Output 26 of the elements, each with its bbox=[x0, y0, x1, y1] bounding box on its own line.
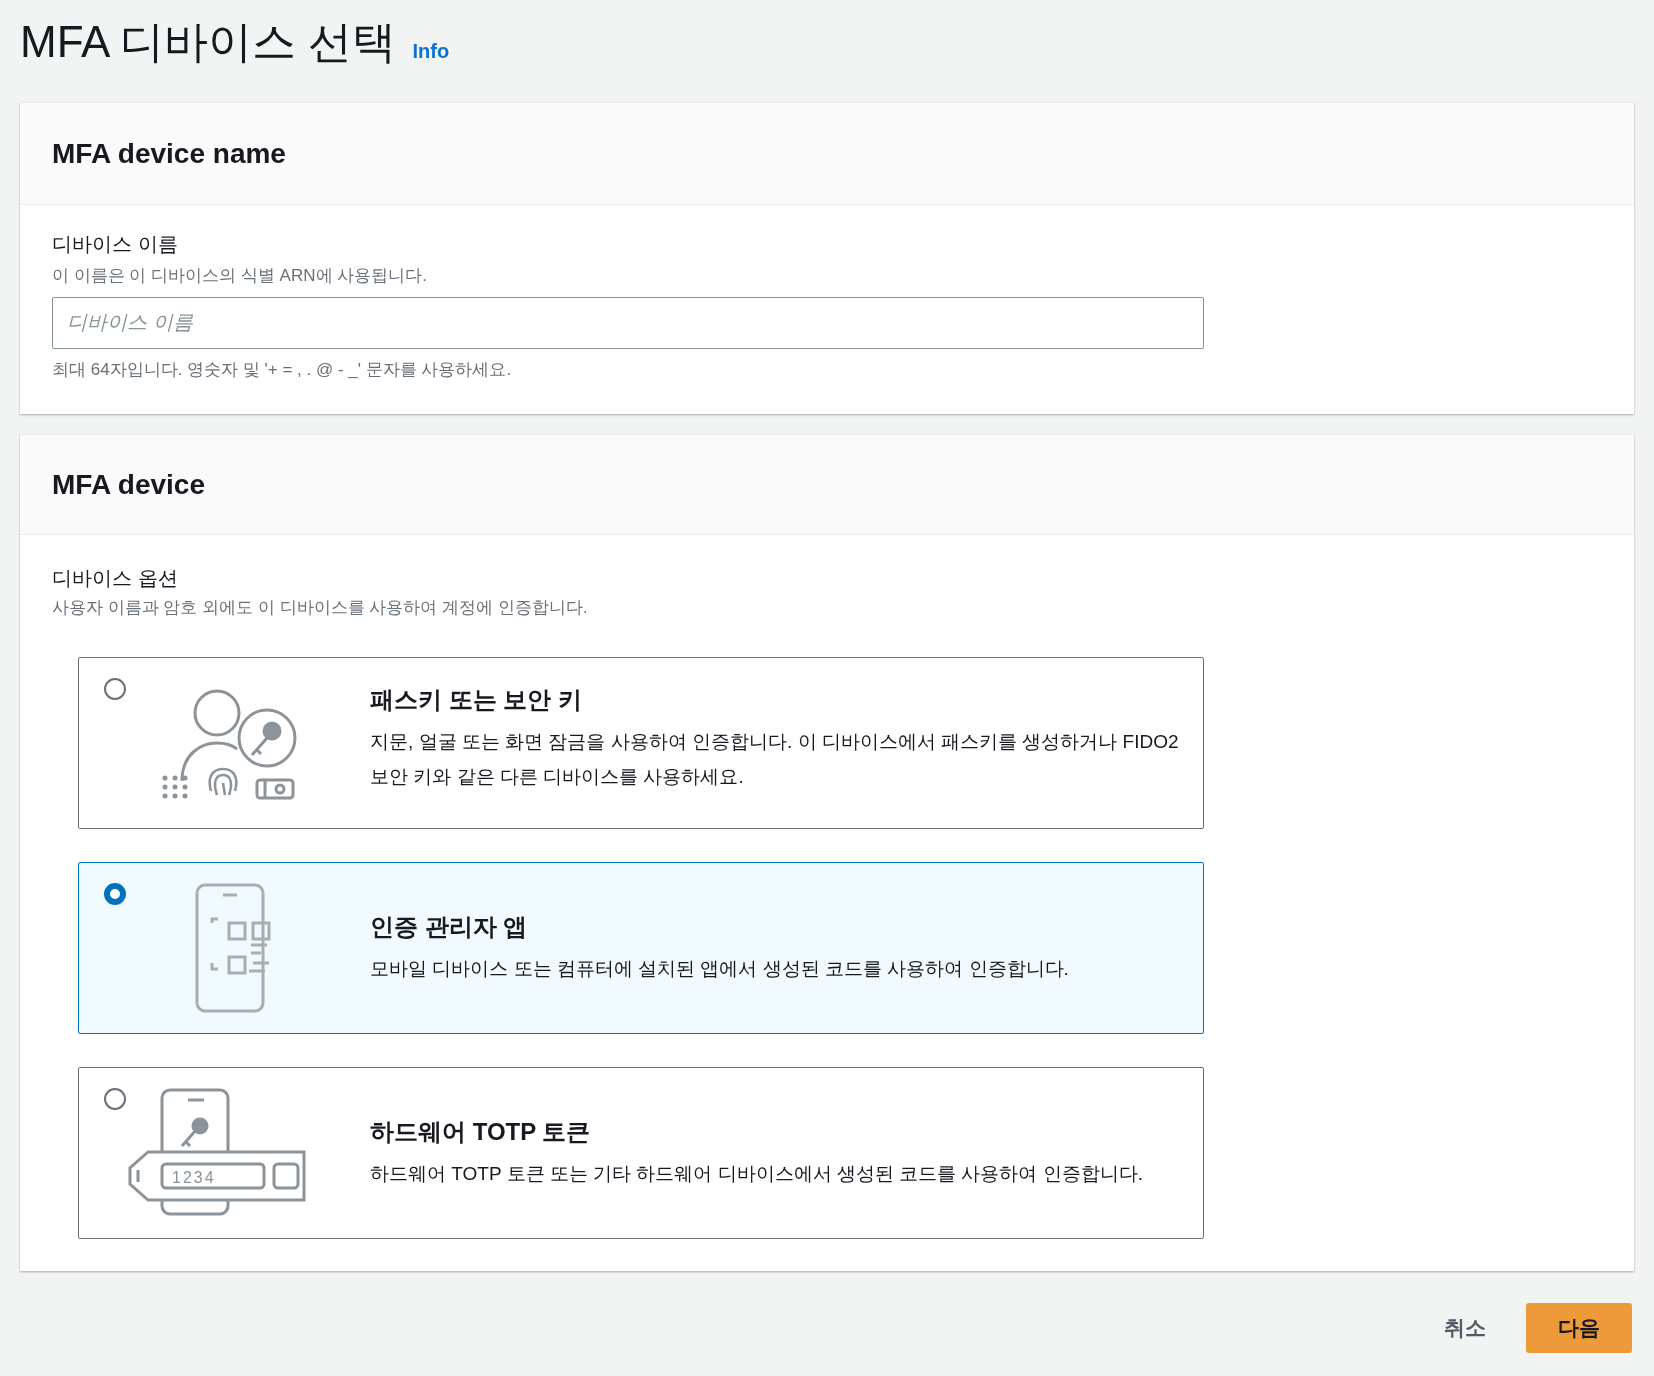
option-description: 지문, 얼굴 또는 화면 잠금을 사용하여 인증합니다. 이 디바이스에서 패스키를 생성하거나 FIDO2 보안 키와 같은 다른 디바이스를 사용하세요. bbox=[370, 729, 1179, 789]
field-label: 디바이스 이름 bbox=[52, 232, 179, 257]
field-constraint: 최대 64자입니다. 영숫자 및 '+ = , . @ - _' 문자를 사용하세요. bbox=[52, 358, 513, 381]
option-title: 인증 관리자 앱 bbox=[370, 912, 529, 942]
option-description: 모바일 디바이스 또는 컴퓨터에 설치된 앱에서 생성된 코드를 사용하여 인증합니다. bbox=[370, 957, 1069, 981]
option-description: 하드웨어 TOTP 토큰 또는 기타 하드웨어 디바이스에서 생성된 코드를 사용하여 인증합니다. bbox=[370, 1162, 1144, 1186]
field-label: 디바이스 옵션 bbox=[52, 566, 179, 591]
info-link[interactable]: Info bbox=[412, 36, 450, 66]
option-title: 패스키 또는 보안 키 bbox=[370, 684, 583, 715]
token-digits: 1234 bbox=[172, 1168, 216, 1186]
device-option-card[interactable]: 패스키 또는 보안 키 지문, 얼굴 또는 화면 잠금을 사용하여 인증합니다. 이 디바이스에서 패스키를 생성하거나 FIDO2 보안 키와 같은 다른 디바이스를 사용하세요. bbox=[78, 656, 1204, 829]
panel-heading: MFA device bbox=[52, 467, 205, 502]
field-description: 이 이름은 이 디바이스의 식별 ARN에 사용됩니다. bbox=[52, 265, 428, 287]
panel-heading: MFA device name bbox=[52, 136, 286, 171]
hardware-token-icon bbox=[128, 1088, 306, 1215]
device-name-input[interactable]: 디바이스 이름 bbox=[52, 296, 1204, 349]
option-title: 하드웨어 TOTP 토큰 bbox=[370, 1117, 592, 1147]
radio-button[interactable] bbox=[104, 1087, 126, 1110]
next-button[interactable]: 다음 bbox=[1526, 1302, 1632, 1353]
page-title: MFA 디바이스 선택 bbox=[20, 16, 397, 68]
cancel-button[interactable]: 취소 bbox=[1436, 1311, 1494, 1344]
radio-button[interactable] bbox=[104, 882, 126, 905]
device-option-card[interactable]: 1234 하드웨어 TOTP 토큰 하드웨어 TOTP 토큰 또는 기타 하드웨어 디바이스에서 생성된 코드를 사용하여 인증합니다. bbox=[78, 1066, 1204, 1239]
field-description: 사용자 이름과 암호 외에도 이 디바이스를 사용하여 계정에 인증합니다. bbox=[52, 597, 589, 619]
device-option-card[interactable]: 인증 관리자 앱 모바일 디바이스 또는 컴퓨터에 설치된 앱에서 생성된 코드를 사용하여 인증합니다. bbox=[78, 861, 1204, 1034]
radio-button[interactable] bbox=[104, 677, 126, 700]
